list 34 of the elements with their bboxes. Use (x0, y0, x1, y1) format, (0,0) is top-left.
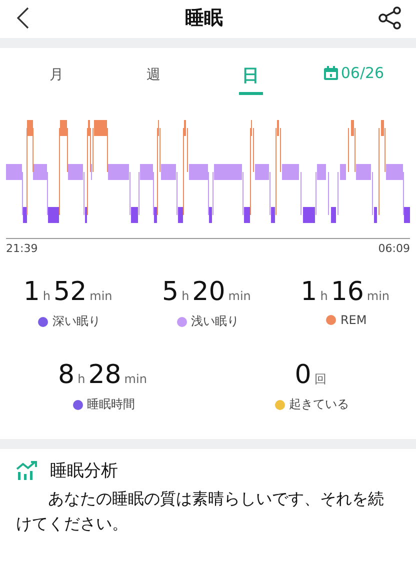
time-label: 06:09 (378, 242, 410, 255)
unit-label: min (366, 289, 390, 303)
stat-value: 1 (300, 277, 318, 307)
page-title: 睡眠 (185, 6, 223, 31)
analysis-text: あなたの睡眠の質は素晴らしいです、それを続けてください。 (16, 488, 385, 535)
unit-label: 回 (314, 371, 326, 388)
stat-value: 28 (88, 360, 122, 390)
unit-label: h (182, 289, 190, 303)
unit-label: min (228, 289, 251, 303)
tab[interactable]: 週 (105, 54, 202, 92)
unit-label: min (124, 372, 147, 386)
back-icon[interactable] (16, 7, 30, 29)
stat-label: 起きている (289, 396, 349, 413)
unit-label: h (42, 289, 51, 303)
unit-label: h (320, 289, 328, 303)
share-icon[interactable] (378, 6, 402, 30)
stat-value: 1 (23, 277, 40, 307)
stat-value: 5 (162, 277, 179, 307)
stat-value: 8 (58, 360, 75, 390)
stat-value: 0 (294, 360, 312, 390)
stat-label: 睡眠時間 (87, 396, 135, 413)
calendar-icon (322, 65, 339, 81)
unit-label: min (90, 289, 112, 303)
chart-icon (16, 460, 38, 480)
stat-label: 浅い眠り (190, 313, 239, 330)
stat-label: 深い眠り (52, 313, 100, 330)
stat-value: 16 (330, 277, 364, 307)
section-title: 睡眠分析 (50, 460, 118, 482)
time-label: 21:39 (6, 242, 38, 255)
stat-value: 20 (192, 277, 226, 307)
stat-label: REM (340, 313, 367, 327)
stat-value: 52 (54, 277, 87, 307)
tab[interactable]: 月 (8, 54, 105, 92)
unit-label: h (78, 372, 86, 386)
